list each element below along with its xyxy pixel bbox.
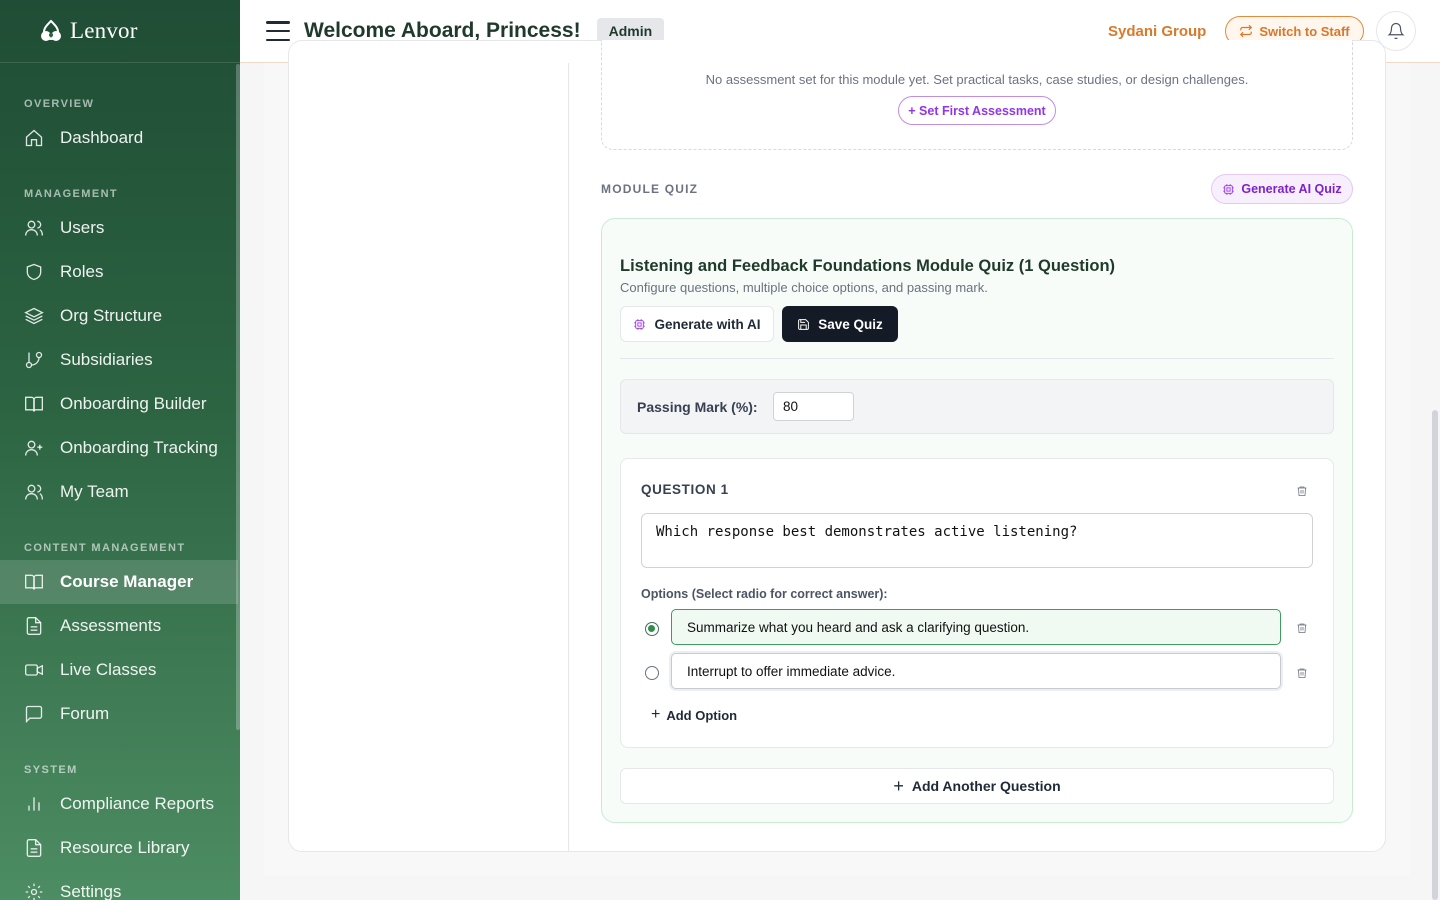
sidebar-item-label: Settings bbox=[60, 882, 122, 900]
sidebar-item-label: Live Classes bbox=[60, 660, 157, 679]
option-1-correct-radio[interactable] bbox=[645, 622, 659, 636]
sidebar-item-resource-library[interactable]: Resource Library bbox=[0, 826, 238, 870]
generate-with-ai-label: Generate with AI bbox=[654, 316, 761, 332]
generate-with-ai-button[interactable]: Generate with AI bbox=[620, 306, 774, 342]
switch-label: Switch to Staff bbox=[1259, 23, 1350, 39]
gear-icon bbox=[25, 883, 43, 900]
set-first-assessment-button[interactable]: + Set First Assessment bbox=[898, 96, 1056, 125]
section-management: MANAGEMENT bbox=[24, 188, 119, 200]
layers-icon bbox=[24, 307, 44, 325]
book-open-icon bbox=[25, 396, 43, 412]
delete-option-1-button[interactable] bbox=[1296, 621, 1308, 633]
column-divider bbox=[568, 63, 569, 851]
sidebar-item-assessments[interactable]: Assessments bbox=[0, 604, 238, 648]
org-name[interactable]: Sydani Group bbox=[1108, 23, 1206, 40]
add-option-label: Add Option bbox=[666, 707, 738, 723]
book-open-icon bbox=[25, 574, 43, 590]
sidebar-scrollbar[interactable] bbox=[236, 64, 240, 730]
generate-ai-quiz-label: Generate AI Quiz bbox=[1241, 182, 1342, 196]
sidebar-item-users[interactable]: Users bbox=[0, 206, 238, 250]
passing-mark-label: Passing Mark (%): bbox=[637, 399, 758, 415]
sidebar-item-forum[interactable]: Forum bbox=[0, 692, 238, 736]
add-another-question-button[interactable]: + Add Another Question bbox=[620, 768, 1334, 804]
cpu-icon bbox=[1223, 183, 1235, 195]
options-label: Options (Select radio for correct answer… bbox=[641, 587, 888, 601]
file-text-icon bbox=[26, 617, 42, 635]
quiz-title: Listening and Feedback Foundations Modul… bbox=[620, 257, 1116, 275]
plus-icon: + bbox=[651, 706, 661, 723]
sidebar-item-compliance-reports[interactable]: Compliance Reports bbox=[0, 782, 238, 826]
save-icon bbox=[798, 318, 810, 330]
sidebar: Lenvor OVERVIEW Dashboard MANAGEMENT Use… bbox=[0, 0, 240, 900]
sidebar-item-course-manager[interactable]: Course Manager bbox=[0, 560, 238, 604]
brand[interactable]: Lenvor bbox=[0, 0, 240, 63]
video-icon bbox=[25, 664, 43, 676]
sidebar-item-label: Assessments bbox=[60, 616, 162, 635]
question-number: QUESTION 1 bbox=[641, 482, 729, 497]
sidebar-item-roles[interactable]: Roles bbox=[0, 250, 238, 294]
sidebar-item-org-structure[interactable]: Org Structure bbox=[0, 294, 238, 338]
assessment-empty-text: No assessment set for this module yet. S… bbox=[705, 72, 1249, 87]
sidebar-item-label: Users bbox=[60, 218, 105, 237]
sidebar-item-label: Resource Library bbox=[60, 838, 190, 857]
divider bbox=[620, 358, 1334, 359]
sidebar-item-label: Onboarding Builder bbox=[60, 394, 207, 413]
generate-ai-quiz-button[interactable]: Generate AI Quiz bbox=[1211, 174, 1353, 204]
quiz-subtitle: Configure questions, multiple choice opt… bbox=[620, 280, 988, 295]
shield-icon bbox=[26, 263, 42, 281]
option-2-correct-radio[interactable] bbox=[645, 666, 659, 680]
assessment-empty-box bbox=[601, 40, 1353, 150]
sidebar-item-subsidiaries[interactable]: Subsidiaries bbox=[0, 338, 238, 382]
delete-question-button[interactable] bbox=[1296, 484, 1308, 496]
option-1-input[interactable] bbox=[671, 609, 1281, 645]
section-content-management: CONTENT MANAGEMENT bbox=[24, 542, 186, 554]
switch-icon bbox=[1240, 24, 1253, 38]
brand-name: Lenvor bbox=[70, 18, 138, 43]
option-2-input[interactable] bbox=[671, 653, 1281, 689]
section-system: SYSTEM bbox=[24, 764, 78, 776]
add-another-question-label: Add Another Question bbox=[911, 778, 1061, 794]
sidebar-item-label: Compliance Reports bbox=[60, 794, 215, 813]
sidebar-item-label: Subsidiaries bbox=[60, 350, 153, 369]
cpu-icon bbox=[634, 318, 646, 330]
sidebar-item-label: Forum bbox=[60, 704, 110, 723]
message-square-icon bbox=[25, 705, 43, 724]
sidebar-item-onboarding-builder[interactable]: Onboarding Builder bbox=[0, 382, 238, 426]
sidebar-item-label: Course Manager bbox=[60, 572, 194, 591]
users-icon bbox=[25, 484, 43, 500]
file-text-icon bbox=[26, 839, 42, 857]
user-plus-icon bbox=[25, 440, 43, 456]
menu-toggle-icon[interactable] bbox=[266, 21, 290, 41]
sidebar-item-dashboard[interactable]: Dashboard bbox=[0, 116, 238, 160]
sidebar-item-label: Onboarding Tracking bbox=[60, 438, 218, 457]
bell-icon bbox=[1387, 22, 1405, 40]
lenvor-logo-icon bbox=[41, 19, 61, 41]
sidebar-item-onboarding-tracking[interactable]: Onboarding Tracking bbox=[0, 426, 238, 470]
trash-icon bbox=[1297, 486, 1307, 496]
module-quiz-label: MODULE QUIZ bbox=[601, 182, 699, 196]
sidebar-item-label: Roles bbox=[60, 262, 104, 281]
delete-option-2-button[interactable] bbox=[1296, 666, 1308, 678]
sidebar-item-label: My Team bbox=[60, 482, 129, 501]
users-icon bbox=[25, 220, 43, 236]
question-card bbox=[620, 458, 1334, 748]
add-option-button[interactable]: + Add Option bbox=[651, 706, 737, 724]
sidebar-item-settings[interactable]: Settings bbox=[0, 870, 238, 900]
passing-mark-input[interactable] bbox=[773, 392, 854, 421]
home-icon bbox=[25, 129, 43, 147]
sidebar-item-my-team[interactable]: My Team bbox=[0, 470, 238, 514]
sidebar-item-label: Dashboard bbox=[60, 128, 144, 147]
git-branch-icon bbox=[25, 351, 43, 369]
trash-icon bbox=[1297, 668, 1307, 678]
plus-icon: + bbox=[893, 775, 904, 796]
bar-chart-icon bbox=[28, 797, 40, 811]
sidebar-item-label: Org Structure bbox=[60, 306, 163, 325]
save-quiz-label: Save Quiz bbox=[818, 316, 883, 332]
section-overview: OVERVIEW bbox=[24, 98, 95, 110]
question-text-input[interactable]: Which response best demonstrates active … bbox=[641, 513, 1313, 568]
page-scrollbar[interactable] bbox=[1432, 410, 1438, 900]
save-quiz-button[interactable]: Save Quiz bbox=[782, 306, 898, 342]
sidebar-item-live-classes[interactable]: Live Classes bbox=[0, 648, 238, 692]
trash-icon bbox=[1297, 623, 1307, 633]
